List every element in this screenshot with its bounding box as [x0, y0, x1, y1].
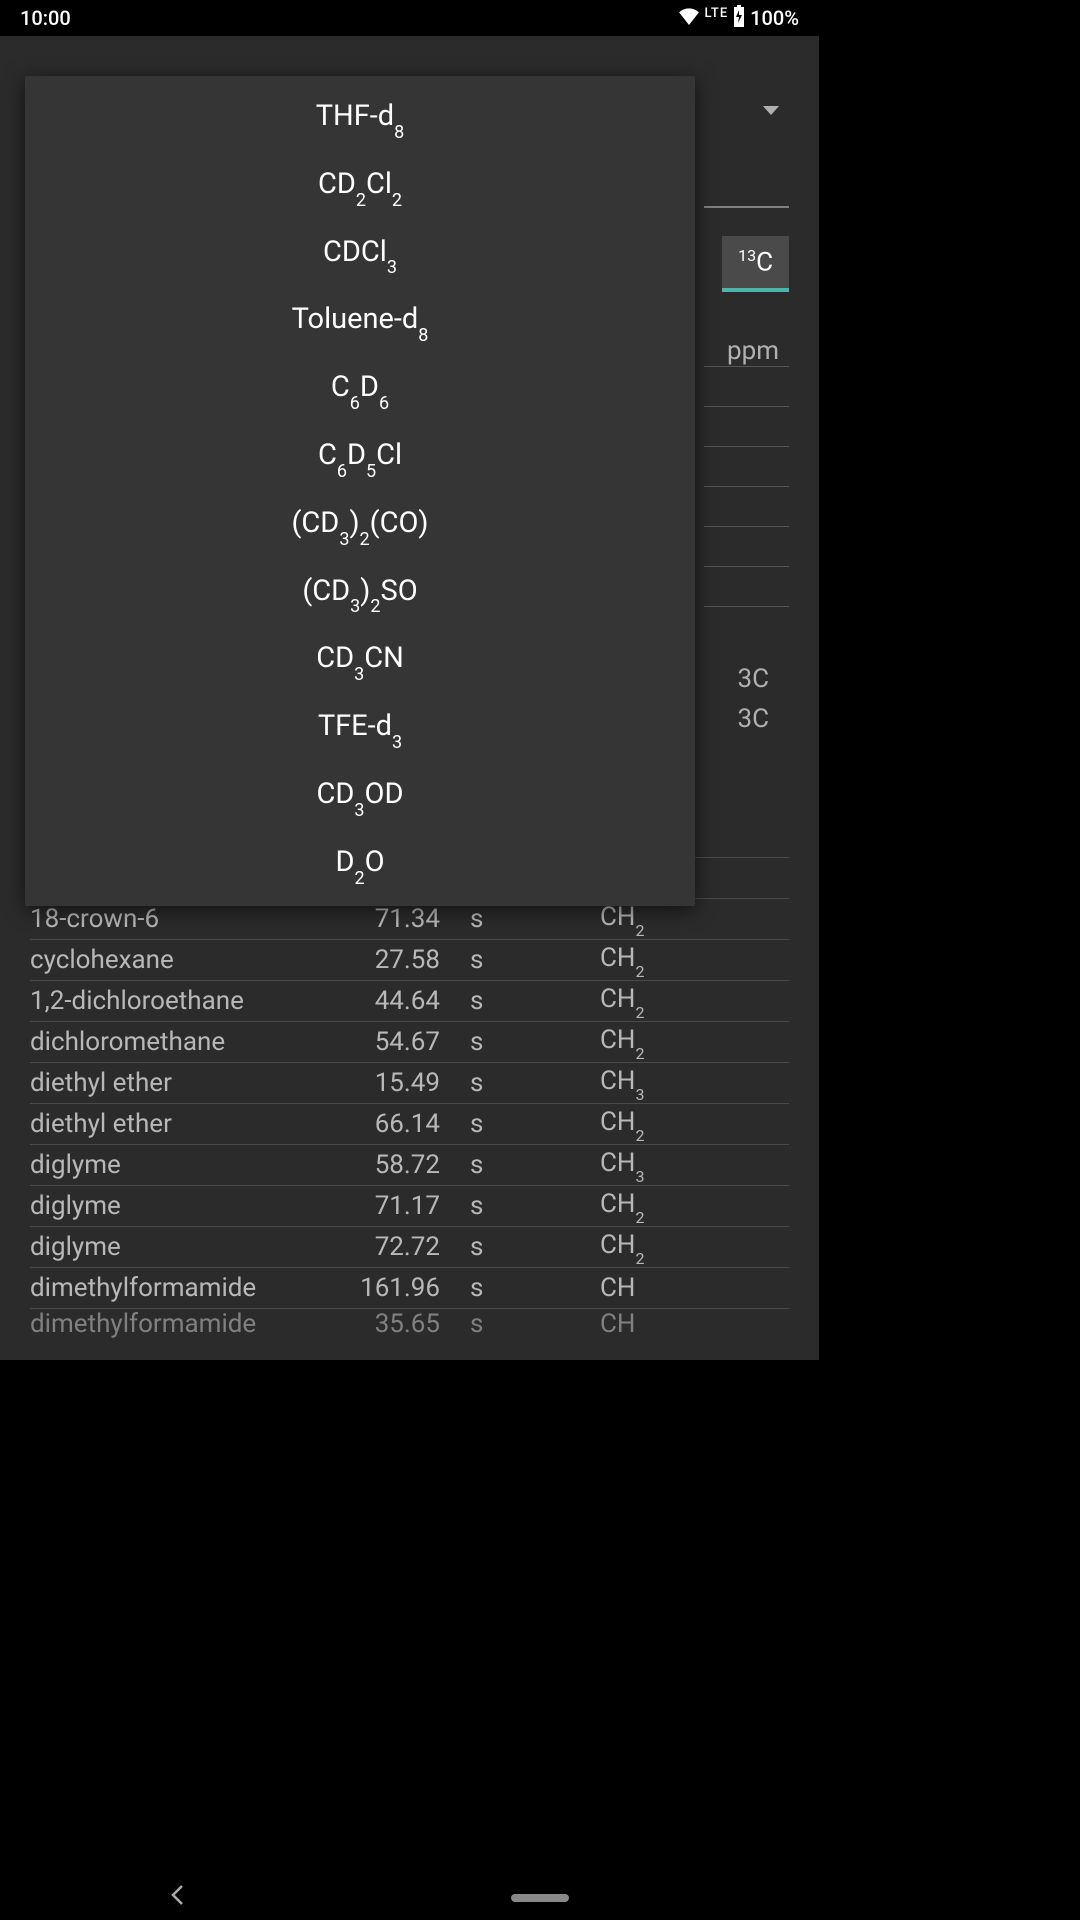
ppm-value: 58.72: [350, 1150, 470, 1180]
ppm-value: 15.49: [350, 1068, 470, 1098]
solvent-option[interactable]: C6D6: [25, 355, 695, 423]
network-label: LTE: [704, 6, 728, 21]
multiplicity: s: [470, 1191, 600, 1221]
solvent-option[interactable]: CD3OD: [25, 762, 695, 830]
solvent-option[interactable]: THF-d8: [25, 84, 695, 152]
multiplicity: s: [470, 1027, 600, 1057]
ppm-value: 71.17: [350, 1191, 470, 1221]
app-content: 13C ppm 3C 3C carbon tetrachloride96.89s…: [0, 36, 819, 1360]
group: CH2: [600, 1107, 789, 1140]
group: CH: [600, 1309, 789, 1338]
back-icon[interactable]: [170, 1884, 184, 1912]
ppm-value: 27.58: [350, 945, 470, 975]
compound-name: dichloromethane: [30, 1027, 350, 1057]
compound-name: diglyme: [30, 1191, 350, 1221]
table-row[interactable]: diethyl ether15.49sCH3: [30, 1062, 789, 1103]
bg-fragment-a: 3C: [737, 664, 769, 694]
solvent-option[interactable]: CD3CN: [25, 626, 695, 694]
status-right: LTE 100%: [678, 5, 799, 32]
status-bar: 10:00 LTE 100%: [0, 0, 819, 36]
solvent-option[interactable]: C6D5Cl: [25, 423, 695, 491]
ppm-value: 72.72: [350, 1232, 470, 1262]
ppm-value: 54.67: [350, 1027, 470, 1057]
table-row[interactable]: diglyme71.17sCH2: [30, 1185, 789, 1226]
ppm-value: 44.64: [350, 986, 470, 1016]
bg-row-lines: [704, 366, 789, 646]
compound-name: diethyl ether: [30, 1109, 350, 1139]
tab-sup: 13: [738, 246, 756, 265]
compound-name: dimethylformamide: [30, 1309, 350, 1338]
divider: [704, 206, 789, 208]
multiplicity: s: [470, 904, 600, 934]
group: CH2: [600, 984, 789, 1017]
multiplicity: s: [470, 1232, 600, 1262]
group: CH2: [600, 1230, 789, 1263]
group: CH3: [600, 1066, 789, 1099]
multiplicity: s: [470, 1273, 600, 1303]
table-row[interactable]: diglyme72.72sCH2: [30, 1226, 789, 1267]
compound-name: diglyme: [30, 1150, 350, 1180]
table-row[interactable]: diethyl ether66.14sCH2: [30, 1103, 789, 1144]
multiplicity: s: [470, 1109, 600, 1139]
chevron-down-icon[interactable]: [763, 106, 779, 115]
bg-fragment-b: 3C: [737, 704, 769, 734]
home-pill[interactable]: [511, 1894, 569, 1902]
table-row[interactable]: dimethylformamide35.65sCH: [30, 1308, 789, 1338]
ppm-value: 71.34: [350, 904, 470, 934]
solvent-option[interactable]: (CD3)2SO: [25, 559, 695, 627]
table-row[interactable]: dichloromethane54.67sCH2: [30, 1021, 789, 1062]
multiplicity: s: [470, 1309, 600, 1338]
group: CH2: [600, 943, 789, 976]
battery-icon: [732, 5, 746, 32]
compound-name: 1,2-dichloroethane: [30, 986, 350, 1016]
compound-name: dimethylformamide: [30, 1273, 350, 1303]
group: CH3: [600, 1148, 789, 1181]
ppm-value: 161.96: [350, 1273, 470, 1303]
solvent-option[interactable]: CD2Cl2: [25, 152, 695, 220]
tab-13c[interactable]: 13C: [722, 236, 789, 292]
solvent-option[interactable]: Toluene-d8: [25, 287, 695, 355]
multiplicity: s: [470, 1068, 600, 1098]
tab-label: C: [756, 248, 773, 278]
solvent-dropdown[interactable]: THF-d8CD2Cl2CDCl3Toluene-d8C6D6C6D5Cl(CD…: [25, 76, 695, 906]
table-row[interactable]: diglyme58.72sCH3: [30, 1144, 789, 1185]
clock: 10:00: [20, 6, 71, 30]
solvent-option[interactable]: D2O: [25, 830, 695, 898]
group: CH2: [600, 902, 789, 935]
wifi-icon: [678, 6, 700, 30]
group: CH2: [600, 1189, 789, 1222]
ppm-value: 35.65: [350, 1309, 470, 1338]
table-row[interactable]: dimethylformamide161.96sCH: [30, 1267, 789, 1308]
solvent-option[interactable]: TFE-d3: [25, 694, 695, 762]
multiplicity: s: [470, 986, 600, 1016]
compound-name: cyclohexane: [30, 945, 350, 975]
solvent-option[interactable]: CDCl3: [25, 220, 695, 288]
multiplicity: s: [470, 1150, 600, 1180]
multiplicity: s: [470, 945, 600, 975]
compound-name: diglyme: [30, 1232, 350, 1262]
table-row[interactable]: cyclohexane27.58sCH2: [30, 939, 789, 980]
compound-name: 18-crown-6: [30, 904, 350, 934]
compound-name: diethyl ether: [30, 1068, 350, 1098]
column-header-ppm: ppm: [727, 336, 779, 366]
ppm-value: 66.14: [350, 1109, 470, 1139]
table-row[interactable]: 1,2-dichloroethane44.64sCH2: [30, 980, 789, 1021]
solvent-option[interactable]: (CD3)2(CO): [25, 491, 695, 559]
battery-level: 100%: [750, 6, 799, 30]
group: CH: [600, 1273, 789, 1303]
group: CH2: [600, 1025, 789, 1058]
android-navbar: [0, 1876, 1080, 1920]
